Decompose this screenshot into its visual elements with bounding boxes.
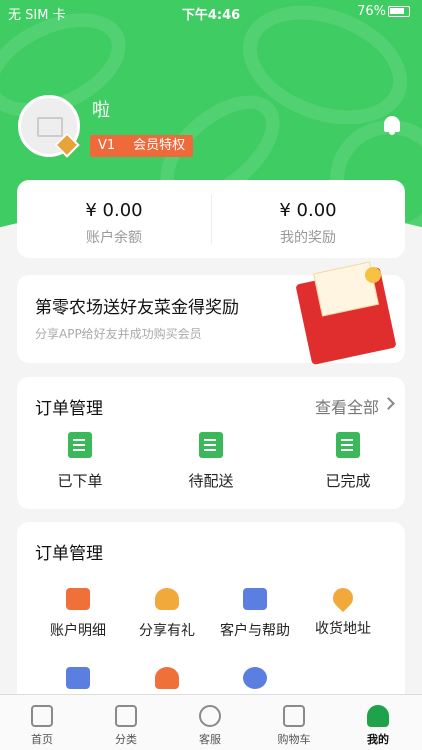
account-detail-item[interactable]: 账户明细 xyxy=(31,588,125,640)
profile-icon xyxy=(367,705,389,727)
section-title: 订单管理 xyxy=(35,399,103,419)
tab-home[interactable]: 首页 xyxy=(0,695,84,750)
service-icon xyxy=(199,705,221,727)
order-status-pending[interactable]: 待配送 xyxy=(156,432,266,491)
reward-amount: ¥ 0.00 xyxy=(279,200,337,221)
account-balance-amount: ¥ 0.00 xyxy=(85,200,143,221)
order-placed-icon xyxy=(68,432,92,458)
reward-label: 我的奖励 xyxy=(280,230,336,246)
section-title: 订单管理 xyxy=(35,544,103,564)
order-status-label: 待配送 xyxy=(188,472,234,490)
battery-percent: 76% xyxy=(357,4,386,19)
see-all-link[interactable]: 查看全部 xyxy=(315,394,379,418)
customer-help-item[interactable]: 客户与帮助 xyxy=(208,588,302,640)
bookmark-icon xyxy=(66,667,90,689)
balance-card: ¥ 0.00 账户余额 ¥ 0.00 我的奖励 xyxy=(17,180,405,258)
my-reward[interactable]: ¥ 0.00 我的奖励 xyxy=(211,180,405,258)
bottom-tab-bar: 首页 分类 客服 购物车 我的 xyxy=(0,694,422,750)
home-icon xyxy=(31,705,53,727)
bookmark-item[interactable] xyxy=(31,667,125,689)
location-icon xyxy=(328,583,358,613)
share-gift-item[interactable]: 分享有礼 xyxy=(120,588,214,640)
gear-icon xyxy=(243,667,267,689)
service-label: 收货地址 xyxy=(315,621,371,637)
money-bag-icon xyxy=(155,588,179,610)
order-complete-icon xyxy=(336,432,360,458)
settings-item[interactable] xyxy=(208,667,302,689)
member-badge[interactable]: V1 会员特权 xyxy=(90,135,194,157)
tab-category[interactable]: 分类 xyxy=(84,695,168,750)
member-level: V1 xyxy=(98,138,116,153)
bell-icon[interactable] xyxy=(384,116,400,135)
tab-service[interactable]: 客服 xyxy=(168,695,252,750)
status-bar: 无 SIM 卡 下午4:46 76% xyxy=(0,0,422,24)
order-management-card: 订单管理 查看全部 已下单 待配送 已完成 xyxy=(17,377,405,509)
order-status-label: 已下单 xyxy=(57,472,103,490)
cart-icon xyxy=(283,705,305,727)
banner-subtitle: 分享APP给好友并成功购买会员 xyxy=(35,327,202,341)
wallet-icon xyxy=(66,588,90,610)
battery-icon xyxy=(388,6,410,17)
pending-delivery-icon xyxy=(199,432,223,458)
red-envelope-icon xyxy=(295,261,397,366)
service-label: 账户明细 xyxy=(50,623,106,639)
tab-label: 购物车 xyxy=(277,733,311,746)
category-icon xyxy=(115,705,137,727)
services-card: 订单管理 账户明细 分享有礼 客户与帮助 收货地址 xyxy=(17,522,405,712)
service-label: 分享有礼 xyxy=(139,623,195,639)
referral-banner[interactable]: 第零农场送好友菜金得奖励 分享APP给好友并成功购买会员 xyxy=(17,261,405,366)
banner-title: 第零农场送好友菜金得奖励 xyxy=(35,298,239,318)
tab-label: 首页 xyxy=(31,733,53,746)
account-balance[interactable]: ¥ 0.00 账户余额 xyxy=(17,180,211,258)
order-status-complete[interactable]: 已完成 xyxy=(293,432,403,491)
help-icon xyxy=(243,588,267,610)
tab-profile[interactable]: 我的 xyxy=(336,695,420,750)
image-placeholder-icon xyxy=(37,117,63,137)
address-item[interactable]: 收货地址 xyxy=(296,583,390,638)
tab-cart[interactable]: 购物车 xyxy=(252,695,336,750)
tab-label: 我的 xyxy=(367,733,389,746)
order-status-label: 已完成 xyxy=(325,472,371,490)
username: 啦 xyxy=(92,100,110,121)
service-label: 客户与帮助 xyxy=(220,623,290,639)
users-item[interactable] xyxy=(120,667,214,689)
member-privilege: 会员特权 xyxy=(133,138,186,153)
users-icon xyxy=(155,667,179,689)
tab-label: 分类 xyxy=(115,733,137,746)
order-status-placed[interactable]: 已下单 xyxy=(25,432,135,491)
account-balance-label: 账户余额 xyxy=(86,230,142,246)
tab-label: 客服 xyxy=(199,733,221,746)
